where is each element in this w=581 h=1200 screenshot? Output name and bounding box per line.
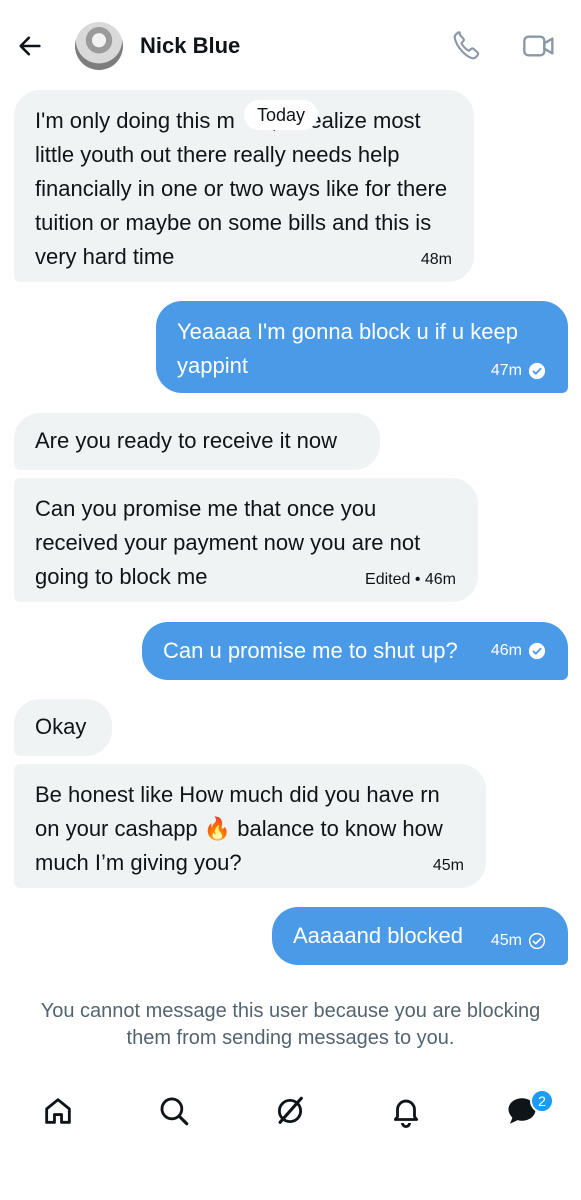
- search-icon: [160, 1097, 189, 1126]
- message-text: Be honest like How much did you have rn …: [35, 782, 443, 875]
- arrow-left-icon: [19, 36, 41, 56]
- message-bubble-incoming[interactable]: Can you promise me that once you receive…: [14, 478, 478, 602]
- message-bubble-incoming[interactable]: Okay: [14, 699, 112, 756]
- message-text: Can u promise me to shut up?: [163, 638, 458, 663]
- nav-notifications[interactable]: [386, 1091, 426, 1131]
- message-time: 46m: [490, 642, 522, 659]
- avatar[interactable]: [75, 22, 123, 70]
- video-call-button[interactable]: [521, 30, 557, 62]
- message-bubble-outgoing[interactable]: Yeaaaa I'm gonna block u if u keep yappi…: [156, 301, 568, 393]
- nav-grok[interactable]: [270, 1091, 310, 1131]
- message-bubble-incoming[interactable]: Are you ready to receive it now: [14, 413, 380, 470]
- bottom-navigation: [0, 1075, 581, 1155]
- conversation-header: Nick Blue: [0, 0, 581, 90]
- message-bubble-outgoing[interactable]: Aaaaand blocked 45m: [272, 907, 568, 965]
- read-check-icon: [528, 642, 546, 660]
- message-time: 47m: [490, 362, 522, 379]
- message-text: Okay: [35, 714, 87, 739]
- unread-messages-badge: 2: [530, 1089, 554, 1113]
- message-text: I'm only doing this m , I realize most l…: [35, 108, 454, 269]
- message-text: Are you ready to receive it now: [35, 428, 338, 453]
- video-camera-icon: [523, 35, 554, 57]
- call-button[interactable]: [451, 30, 483, 62]
- grok-icon: [277, 1096, 303, 1124]
- home-icon: [45, 1098, 71, 1124]
- read-check-icon: [528, 362, 546, 380]
- phone-icon: [453, 31, 480, 60]
- message-time: Edited • 46m: [365, 571, 456, 588]
- bell-icon: [393, 1099, 419, 1128]
- back-button[interactable]: [14, 30, 46, 62]
- message-time: 45m: [490, 932, 522, 949]
- date-divider: Today: [244, 100, 319, 130]
- message-bubble-outgoing[interactable]: Can u promise me to shut up? 46m: [142, 622, 568, 680]
- message-bubble-incoming[interactable]: Be honest like How much did you have rn …: [14, 764, 486, 888]
- contact-name[interactable]: Nick Blue: [140, 33, 240, 59]
- blocked-notice: You cannot message this user because you…: [40, 1000, 541, 1049]
- nav-search[interactable]: [154, 1091, 194, 1131]
- sent-check-icon: [528, 932, 546, 950]
- message-time: 45m: [432, 857, 464, 874]
- message-time: 48m: [420, 251, 452, 268]
- nav-home[interactable]: [38, 1091, 78, 1131]
